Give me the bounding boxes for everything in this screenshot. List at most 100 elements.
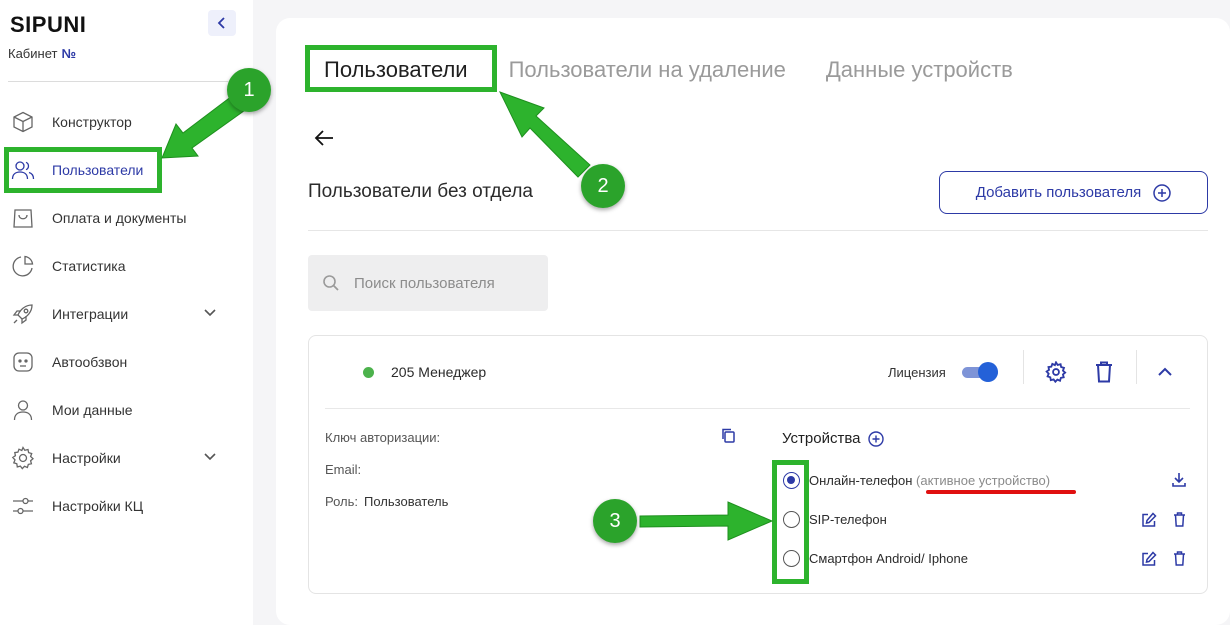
sidebar-nav: Конструктор Пользователи Оплата и докуме… (0, 98, 253, 530)
tab-bar: Пользователи Пользователи на удаление Да… (324, 57, 1013, 83)
auth-key-label: Ключ авторизации: (325, 430, 441, 445)
rocket-icon (10, 301, 36, 327)
delete-user-button[interactable] (1094, 361, 1114, 383)
device-sip-phone: SIP-телефон (809, 512, 887, 527)
edit-icon (1141, 512, 1157, 528)
sidebar-item-my-data[interactable]: Мои данные (0, 386, 253, 434)
user-name[interactable]: 205 Менеджер (391, 364, 486, 380)
chevron-up-icon (1157, 365, 1173, 379)
email-label: Email: (325, 462, 362, 477)
tab-users[interactable]: Пользователи (324, 57, 468, 83)
gear-icon (1045, 361, 1067, 383)
trash-icon (1173, 512, 1186, 527)
sidebar-item-cc-settings[interactable]: Настройки КЦ (0, 482, 253, 530)
collapse-sidebar-button[interactable] (208, 10, 236, 36)
role-label: Роль: (325, 494, 359, 509)
search-input[interactable] (354, 274, 534, 292)
device-radio-smartphone[interactable] (783, 550, 800, 567)
sidebar-item-label: Настройки КЦ (52, 498, 144, 514)
back-button[interactable] (313, 128, 335, 148)
role-field: Роль: Пользователь (325, 494, 448, 509)
sidebar-item-constructor[interactable]: Конструктор (0, 98, 253, 146)
email-field: Email: (325, 462, 361, 477)
step-badge-3: 3 (593, 499, 637, 543)
collapse-card-button[interactable] (1157, 365, 1173, 379)
delete-smartphone-button[interactable] (1173, 551, 1186, 566)
person-icon (10, 397, 36, 423)
sidebar-item-label: Интеграции (52, 306, 129, 322)
search-icon (322, 274, 340, 292)
users-icon (10, 157, 36, 183)
plus-circle-icon (1153, 183, 1171, 202)
sidebar-item-integrations[interactable]: Интеграции (0, 290, 253, 338)
sidebar-item-label: Настройки (52, 450, 121, 466)
header-separator (1136, 350, 1137, 384)
pie-chart-icon (10, 253, 36, 279)
chevron-left-icon (217, 17, 227, 29)
cabinet-number: № (61, 46, 76, 61)
toggle-knob (978, 362, 998, 382)
sidebar: SIPUNI Кабинет № Конструктор Пользователи… (0, 0, 253, 625)
device-online-phone: Онлайн-телефон (активное устройство) (809, 473, 1050, 488)
sipuni-logo[interactable]: SIPUNI (10, 12, 86, 38)
download-button[interactable] (1172, 472, 1186, 487)
sliders-icon (10, 493, 36, 519)
sidebar-item-users[interactable]: Пользователи (0, 146, 253, 194)
active-device-underline (926, 490, 1076, 494)
sidebar-item-label: Статистика (52, 258, 126, 274)
sidebar-item-statistics[interactable]: Статистика (0, 242, 253, 290)
status-online-dot (363, 367, 374, 378)
header-separator (1023, 350, 1024, 384)
add-user-button[interactable]: Добавить пользователя (939, 171, 1208, 214)
copy-icon (721, 428, 735, 443)
gear-icon (10, 445, 36, 471)
edit-smartphone-button[interactable] (1141, 551, 1157, 567)
step-badge-1: 1 (227, 68, 271, 112)
sidebar-item-payments[interactable]: Оплата и документы (0, 194, 253, 242)
sidebar-item-label: Автообзвон (52, 354, 128, 370)
tab-device-data[interactable]: Данные устройств (826, 57, 1013, 83)
edit-icon (1141, 551, 1157, 567)
chevron-down-icon[interactable] (202, 305, 218, 321)
shopping-bag-icon (10, 205, 36, 231)
auth-key-field: Ключ авторизации: (325, 430, 440, 445)
sidebar-divider (8, 81, 228, 82)
license-toggle[interactable] (962, 362, 998, 382)
user-settings-button[interactable] (1045, 361, 1067, 383)
section-title: Пользователи без отдела (308, 181, 533, 202)
delete-sip-button[interactable] (1173, 512, 1186, 527)
trash-icon (1173, 551, 1186, 566)
device-label: Онлайн-телефон (809, 473, 913, 488)
tab-users-to-delete[interactable]: Пользователи на удаление (509, 57, 786, 83)
cabinet-info: Кабинет № (8, 46, 76, 61)
active-device-note: (активное устройство) (916, 473, 1051, 488)
device-radio-online-phone[interactable] (783, 472, 800, 489)
search-box[interactable] (308, 255, 548, 311)
edit-sip-button[interactable] (1141, 512, 1157, 528)
license-label: Лицензия (888, 365, 946, 380)
section-divider (308, 230, 1208, 231)
robot-face-icon (10, 349, 36, 375)
sidebar-item-autodial[interactable]: Автообзвон (0, 338, 253, 386)
trash-icon (1094, 361, 1114, 383)
sidebar-item-label: Мои данные (52, 402, 133, 418)
sidebar-item-settings[interactable]: Настройки (0, 434, 253, 482)
add-device-button[interactable] (868, 430, 885, 447)
card-divider (325, 408, 1190, 409)
sidebar-item-label: Оплата и документы (52, 210, 187, 226)
devices-header: Устройства (782, 430, 885, 447)
device-smartphone: Смартфон Android/ Iphone (809, 551, 968, 566)
copy-key-button[interactable] (721, 428, 735, 443)
role-value: Пользователь (364, 494, 449, 509)
cabinet-label: Кабинет (8, 46, 58, 61)
step-badge-2: 2 (581, 164, 625, 208)
chevron-down-icon[interactable] (202, 449, 218, 465)
cube-icon (10, 109, 36, 135)
sidebar-item-label: Конструктор (52, 114, 132, 130)
device-label: SIP-телефон (809, 512, 887, 527)
device-label: Смартфон Android/ Iphone (809, 551, 968, 566)
sidebar-item-label: Пользователи (52, 162, 144, 178)
download-icon (1172, 472, 1186, 487)
device-radio-sip-phone[interactable] (783, 511, 800, 528)
arrow-left-icon (313, 128, 335, 148)
